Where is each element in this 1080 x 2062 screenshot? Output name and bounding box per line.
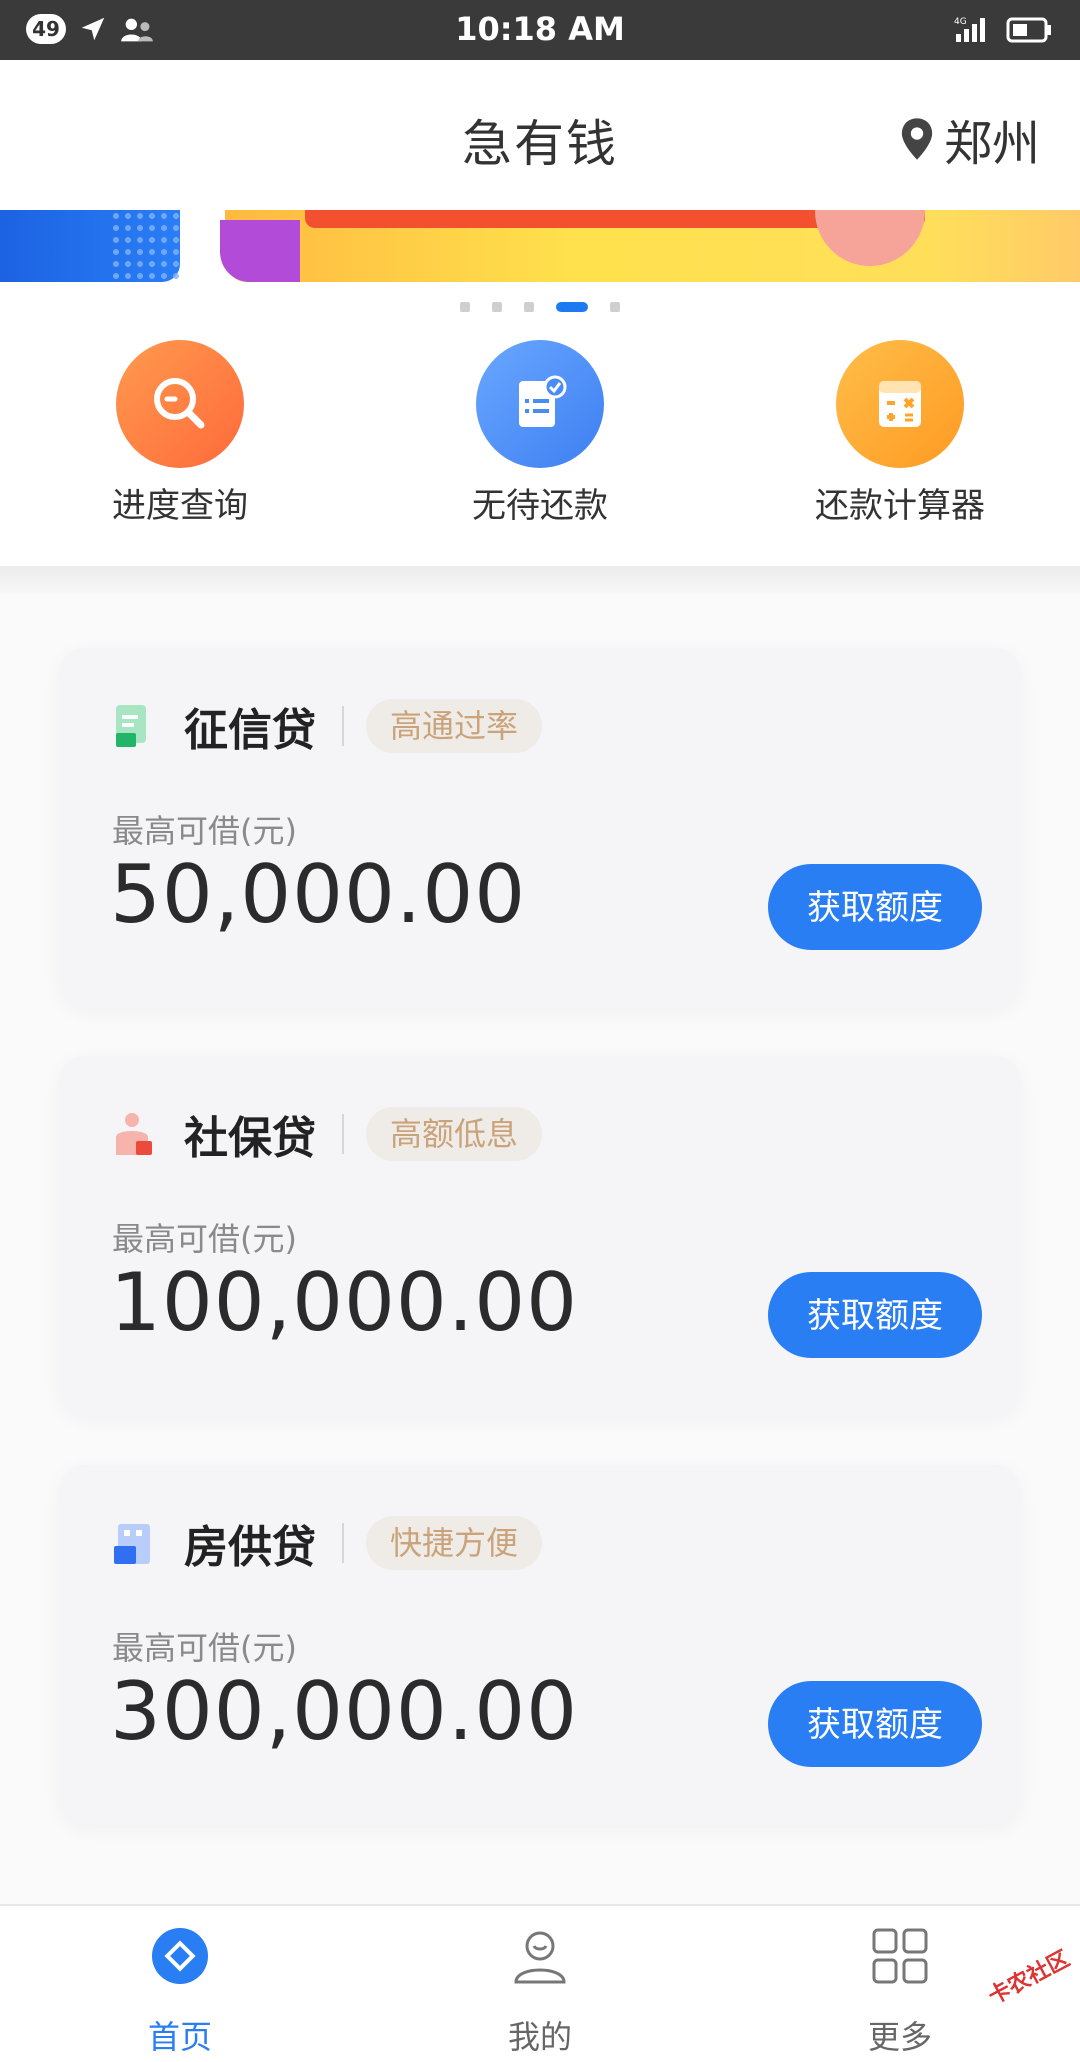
tab-home[interactable]: 首页 bbox=[80, 1926, 280, 2058]
banner-slide-current[interactable] bbox=[220, 210, 1080, 282]
tab-label: 我的 bbox=[507, 2018, 572, 2056]
quick-item-repay-calculator[interactable]: 还款计算器 bbox=[780, 340, 1020, 527]
city-selector[interactable]: 郑州 bbox=[900, 104, 1040, 174]
credit-doc-icon bbox=[116, 705, 146, 747]
quick-icon-circle bbox=[116, 340, 244, 468]
title-separator bbox=[342, 706, 344, 746]
get-quota-button[interactable]: 获取额度 bbox=[768, 1681, 982, 1767]
magnifier-icon bbox=[154, 378, 205, 429]
banner-slide-prev[interactable] bbox=[0, 210, 180, 282]
loan-tag: 高通过率 bbox=[366, 699, 543, 753]
loan-amount: 100,000.00 bbox=[110, 1256, 579, 1349]
quick-icon-circle bbox=[476, 340, 604, 468]
banner-carousel[interactable] bbox=[0, 210, 1080, 282]
grid-icon bbox=[872, 1928, 928, 1984]
battery-icon bbox=[1006, 17, 1051, 43]
loan-amount: 300,000.00 bbox=[110, 1665, 579, 1758]
loan-card-credit[interactable]: 征信贷 高通过率 最高可借(元) 50,000.00 获取额度 bbox=[60, 648, 1020, 1008]
checklist-icon bbox=[519, 375, 567, 427]
map-pin-icon bbox=[901, 118, 933, 160]
status-bar: 49 10:18 AM 4G bbox=[0, 0, 1080, 60]
get-quota-button[interactable]: 获取额度 bbox=[768, 1272, 982, 1358]
app-header: 急有钱 郑州 bbox=[0, 60, 1080, 210]
carousel-dot[interactable] bbox=[556, 302, 588, 312]
tab-more[interactable]: 更多 bbox=[800, 1926, 1000, 2058]
network-label: 4G bbox=[954, 17, 967, 27]
quick-menu: 进度查询 无待还款 还款计算器 bbox=[0, 340, 1080, 560]
carousel-dot[interactable] bbox=[610, 302, 620, 312]
tab-label: 更多 bbox=[867, 2018, 932, 2056]
signal-icon: 4G bbox=[954, 17, 985, 42]
get-quota-button[interactable]: 获取额度 bbox=[768, 864, 982, 950]
building-icon bbox=[114, 1524, 150, 1564]
tab-mine[interactable]: 我的 bbox=[440, 1926, 640, 2058]
loan-max-label: 最高可借(元) bbox=[112, 812, 297, 850]
loan-amount: 50,000.00 bbox=[110, 848, 527, 941]
quick-item-label: 进度查询 bbox=[112, 486, 248, 526]
section-divider bbox=[0, 566, 1080, 594]
social-security-icon bbox=[116, 1113, 152, 1155]
loan-tag: 高额低息 bbox=[366, 1107, 543, 1161]
user-icon bbox=[514, 1931, 566, 1984]
loan-title: 社保贷 bbox=[184, 1113, 316, 1164]
status-time: 10:18 AM bbox=[455, 10, 625, 48]
quick-item-progress-query[interactable]: 进度查询 bbox=[60, 340, 300, 527]
loan-title: 征信贷 bbox=[184, 705, 316, 756]
title-separator bbox=[342, 1114, 344, 1154]
calculator-icon bbox=[879, 381, 921, 427]
carousel-dot[interactable] bbox=[492, 302, 502, 312]
quick-item-label: 还款计算器 bbox=[815, 486, 985, 526]
home-diamond-icon bbox=[152, 1928, 208, 1984]
loan-title: 房供贷 bbox=[184, 1522, 316, 1573]
quick-icon-circle bbox=[836, 340, 964, 468]
carousel-pager bbox=[0, 302, 1080, 312]
carousel-dot[interactable] bbox=[460, 302, 470, 312]
carousel-dot[interactable] bbox=[524, 302, 534, 312]
loan-max-label: 最高可借(元) bbox=[112, 1220, 297, 1258]
loan-card-housing-fund[interactable]: 房供贷 快捷方便 最高可借(元) 300,000.00 获取额度 bbox=[60, 1465, 1020, 1825]
tab-label: 首页 bbox=[147, 2018, 212, 2056]
title-separator bbox=[342, 1523, 344, 1563]
loan-tag: 快捷方便 bbox=[366, 1516, 543, 1570]
quick-item-no-repayment[interactable]: 无待还款 bbox=[420, 340, 660, 527]
bottom-tab-bar: 首页 我的 更多 卡农社区 bbox=[0, 1904, 1080, 2062]
loan-max-label: 最高可借(元) bbox=[112, 1629, 297, 1667]
loan-card-social-security[interactable]: 社保贷 高额低息 最高可借(元) 100,000.00 获取额度 bbox=[60, 1056, 1020, 1416]
quick-item-label: 无待还款 bbox=[472, 486, 608, 526]
city-label: 郑州 bbox=[943, 116, 1040, 172]
